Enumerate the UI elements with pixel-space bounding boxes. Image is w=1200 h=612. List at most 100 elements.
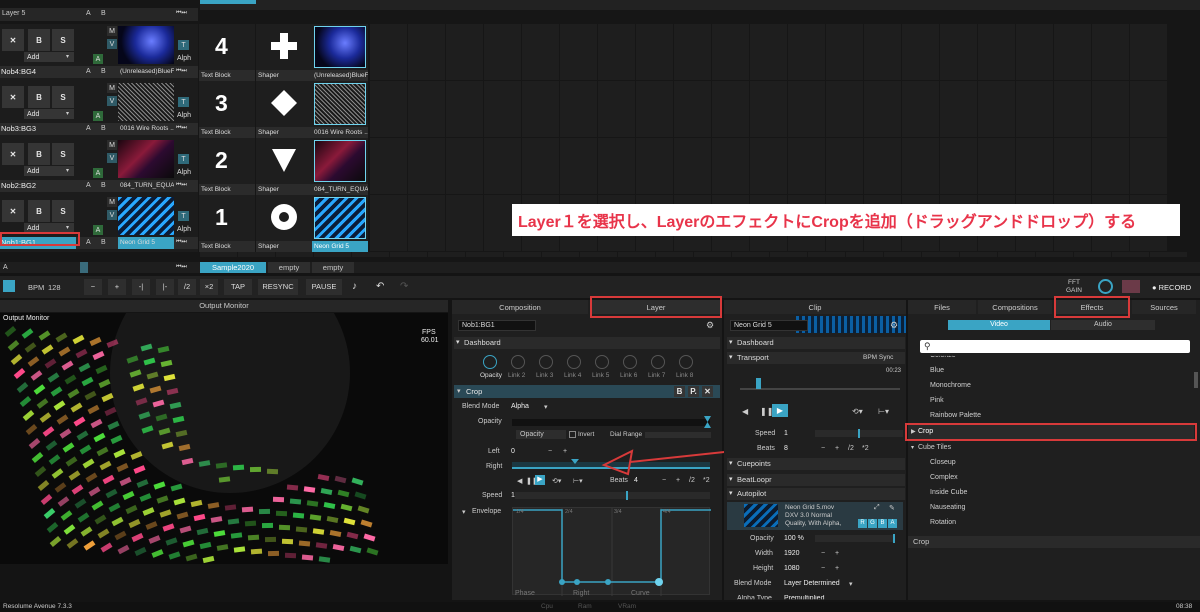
- deck-a[interactable]: A: [3, 264, 8, 271]
- blend-mode-select[interactable]: Alpha: [511, 403, 529, 410]
- crop-collapse-icon[interactable]: ▾: [457, 387, 461, 395]
- layer-thumbnail[interactable]: [118, 26, 174, 64]
- empty-clip-slot[interactable]: [522, 81, 559, 137]
- subtab-audio[interactable]: Audio: [1051, 320, 1155, 330]
- tap-button[interactable]: TAP: [224, 279, 252, 295]
- empty-clip-slot[interactable]: [598, 138, 635, 194]
- empty-clip-slot[interactable]: [1074, 252, 1111, 257]
- clip-width-minus[interactable]: −: [821, 550, 825, 557]
- layer-v-button[interactable]: V: [107, 96, 117, 106]
- right-beats-value[interactable]: 4: [634, 477, 638, 484]
- empty-clip-slot[interactable]: [712, 81, 749, 137]
- empty-clip-slot[interactable]: [978, 138, 1015, 194]
- clip-alpha-value[interactable]: Premultiplied: [784, 595, 824, 599]
- layer-a-button[interactable]: A: [93, 54, 103, 64]
- layer-m-button[interactable]: M: [107, 197, 117, 207]
- empty-clip-slot[interactable]: [732, 252, 769, 257]
- link-knob[interactable]: [651, 355, 665, 369]
- clip-beats-half[interactable]: /2: [848, 445, 854, 452]
- envelope-collapse-icon[interactable]: ▾: [462, 508, 466, 516]
- left-plus-button[interactable]: +: [563, 448, 567, 455]
- empty-clip-slot[interactable]: [1092, 24, 1129, 80]
- layer-name[interactable]: Nob3:BG3: [0, 123, 84, 135]
- empty-clip-slot[interactable]: [1130, 81, 1167, 137]
- clip-loop-icon[interactable]: ⟲▾: [852, 407, 863, 416]
- effect-cube-tiles[interactable]: Cube Tiles: [918, 444, 951, 451]
- layer-b-label[interactable]: B: [101, 239, 106, 246]
- gain-knob-icon[interactable]: [1098, 279, 1113, 294]
- empty-clip-slot[interactable]: [1112, 252, 1149, 257]
- layer-bypass-button[interactable]: B: [28, 143, 50, 165]
- empty-clip-slot[interactable]: [1130, 24, 1167, 80]
- empty-clip-slot[interactable]: [674, 24, 711, 80]
- channel-r-button[interactable]: R: [858, 519, 867, 528]
- effect-item[interactable]: Blue: [930, 367, 944, 374]
- empty-clip-slot[interactable]: [636, 81, 673, 137]
- empty-clip-slot[interactable]: [1054, 138, 1091, 194]
- empty-clip-slot[interactable]: [750, 138, 787, 194]
- clip-speed-value[interactable]: 1: [784, 430, 788, 437]
- channel-g-button[interactable]: G: [868, 519, 877, 528]
- empty-clip-slot[interactable]: [1016, 81, 1053, 137]
- empty-clip-slot[interactable]: [408, 195, 445, 251]
- layer-5-b[interactable]: B: [101, 10, 106, 17]
- layer-solo-button[interactable]: S: [52, 200, 74, 222]
- right-beats-minus[interactable]: −: [662, 477, 666, 484]
- effects-search-input[interactable]: [920, 340, 1190, 353]
- empty-clip-slot[interactable]: [598, 24, 635, 80]
- empty-clip-slot[interactable]: [884, 252, 921, 257]
- layer-name[interactable]: Nob2:BG2: [0, 180, 84, 192]
- shaper-clip[interactable]: Shaper: [256, 24, 312, 81]
- clip-opacity-handle[interactable]: [893, 534, 895, 543]
- empty-clip-slot[interactable]: [238, 252, 275, 257]
- layer-a-label[interactable]: A: [86, 239, 91, 246]
- right-beats-plus[interactable]: +: [676, 477, 680, 484]
- empty-clip-slot[interactable]: [580, 252, 617, 257]
- empty-clip-slot[interactable]: [276, 252, 313, 257]
- layer-bypass-button[interactable]: B: [28, 200, 50, 222]
- record-button[interactable]: ● RECORD: [1152, 283, 1191, 292]
- clip-beats-value[interactable]: 8: [784, 445, 788, 452]
- layer-v-button[interactable]: V: [107, 39, 117, 49]
- empty-clip-slot[interactable]: [484, 24, 521, 80]
- right-prev-icon[interactable]: ◀: [517, 477, 522, 485]
- clip-width-value[interactable]: 1920: [784, 550, 800, 557]
- empty-clip-slot[interactable]: [200, 252, 237, 257]
- speed-slider[interactable]: [515, 492, 710, 499]
- empty-clip-slot[interactable]: [978, 81, 1015, 137]
- clip-timeline[interactable]: [740, 388, 900, 390]
- right-direction-icon[interactable]: ⊢▾: [573, 477, 583, 485]
- clip-speed-handle[interactable]: [858, 429, 860, 438]
- deck-tab-2[interactable]: empty: [268, 262, 310, 273]
- empty-clip-slot[interactable]: [352, 252, 389, 257]
- link-knob[interactable]: [679, 355, 693, 369]
- empty-clip-slot[interactable]: [674, 138, 711, 194]
- link-knob[interactable]: [511, 355, 525, 369]
- empty-clip-slot[interactable]: [864, 138, 901, 194]
- add-chevron-icon[interactable]: ▾: [66, 110, 69, 117]
- layer-m-button[interactable]: M: [107, 83, 117, 93]
- empty-clip-slot[interactable]: [428, 252, 465, 257]
- empty-clip-slot[interactable]: [826, 24, 863, 80]
- channel-b-button[interactable]: B: [878, 519, 887, 528]
- empty-clip-slot[interactable]: [1054, 81, 1091, 137]
- add-chevron-icon[interactable]: ▾: [66, 224, 69, 231]
- opacity-param-dropdown[interactable]: Opacity: [516, 430, 566, 439]
- layer-t-button[interactable]: T: [178, 40, 189, 50]
- empty-clip-slot[interactable]: [1016, 138, 1053, 194]
- clip-blend-chevron-icon[interactable]: ▾: [849, 580, 853, 588]
- layer-transport-icon[interactable]: ⏮⏭: [176, 68, 187, 75]
- layer-clear-button[interactable]: ✕: [2, 200, 24, 222]
- browser-tab-files[interactable]: Files: [908, 300, 976, 314]
- empty-clip-slot[interactable]: [542, 252, 579, 257]
- bpm-sync-select[interactable]: BPM Sync: [863, 354, 893, 361]
- layer-clear-button[interactable]: ✕: [2, 29, 24, 51]
- layer-transport-icon[interactable]: ⏮⏭: [176, 125, 187, 132]
- clip-opacity-value[interactable]: 100 %: [784, 535, 804, 542]
- empty-clip-slot[interactable]: [1054, 24, 1091, 80]
- layer-bypass-button[interactable]: B: [28, 29, 50, 51]
- crop-bypass-button[interactable]: B: [674, 386, 685, 397]
- empty-clip-slot[interactable]: [446, 24, 483, 80]
- layer-thumbnail[interactable]: [118, 140, 174, 178]
- empty-clip-slot[interactable]: [446, 195, 483, 251]
